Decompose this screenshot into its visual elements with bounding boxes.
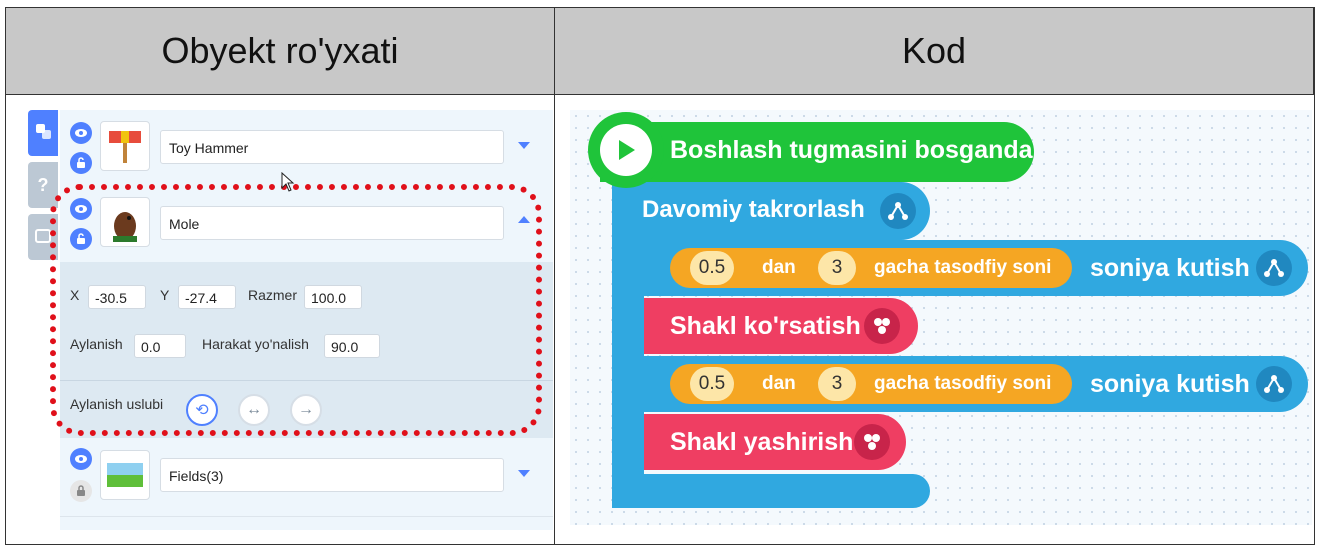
hide-label: Shakl yashirish xyxy=(670,428,854,456)
start-label: Boshlash tugmasini bosganda xyxy=(670,136,1033,164)
column-divider xyxy=(554,7,555,544)
header-code: Kod xyxy=(554,7,1314,95)
random-from-2[interactable]: 0.5 xyxy=(690,367,734,401)
tab-objects[interactable] xyxy=(28,110,58,156)
looks-icon xyxy=(854,424,890,460)
lock-icon[interactable] xyxy=(70,480,92,502)
random-to-2[interactable]: 3 xyxy=(818,367,856,401)
object-name-field[interactable]: Fields(3) xyxy=(160,458,504,492)
show-label: Shakl ko'rsatish xyxy=(670,312,861,340)
toy-hammer-thumbnail xyxy=(100,121,150,171)
forever-label: Davomiy takrorlash xyxy=(642,196,865,223)
objects-icon xyxy=(34,122,52,145)
highlight-border xyxy=(50,184,542,436)
chevron-down-icon[interactable] xyxy=(518,142,530,149)
random-from-1[interactable]: 0.5 xyxy=(690,251,734,285)
eye-icon[interactable] xyxy=(70,122,92,144)
looks-icon xyxy=(864,308,900,344)
object-row-toy-hammer[interactable]: Toy Hammer xyxy=(60,110,553,187)
forever-block-arm xyxy=(612,238,644,478)
flow-icon xyxy=(880,193,916,229)
forever-block-bottom xyxy=(612,474,930,508)
console-icon xyxy=(35,227,51,248)
play-icon[interactable] xyxy=(600,124,652,176)
eye-icon[interactable] xyxy=(70,448,92,470)
question-icon: ? xyxy=(37,174,49,195)
gacha-label-2: gacha tasodfiy soni xyxy=(874,373,1052,394)
flow-icon xyxy=(1256,366,1292,402)
dan-label-1: dan xyxy=(762,257,796,278)
chevron-down-icon[interactable] xyxy=(518,470,530,477)
wait-suffix-2: soniya kutish xyxy=(1090,370,1250,398)
gacha-label-1: gacha tasodfiy soni xyxy=(874,257,1052,278)
flow-icon xyxy=(1256,250,1292,286)
header-object-list: Obyekt ro'yxati xyxy=(5,7,555,95)
unlock-icon[interactable] xyxy=(70,152,92,174)
cursor-icon xyxy=(281,172,295,192)
random-to-1[interactable]: 3 xyxy=(818,251,856,285)
fields-thumbnail xyxy=(100,450,150,500)
dan-label-2: dan xyxy=(762,373,796,394)
wait-suffix-1: soniya kutish xyxy=(1090,254,1250,282)
object-name-field[interactable]: Toy Hammer xyxy=(160,130,504,164)
object-row-fields[interactable]: Fields(3) xyxy=(60,440,553,517)
